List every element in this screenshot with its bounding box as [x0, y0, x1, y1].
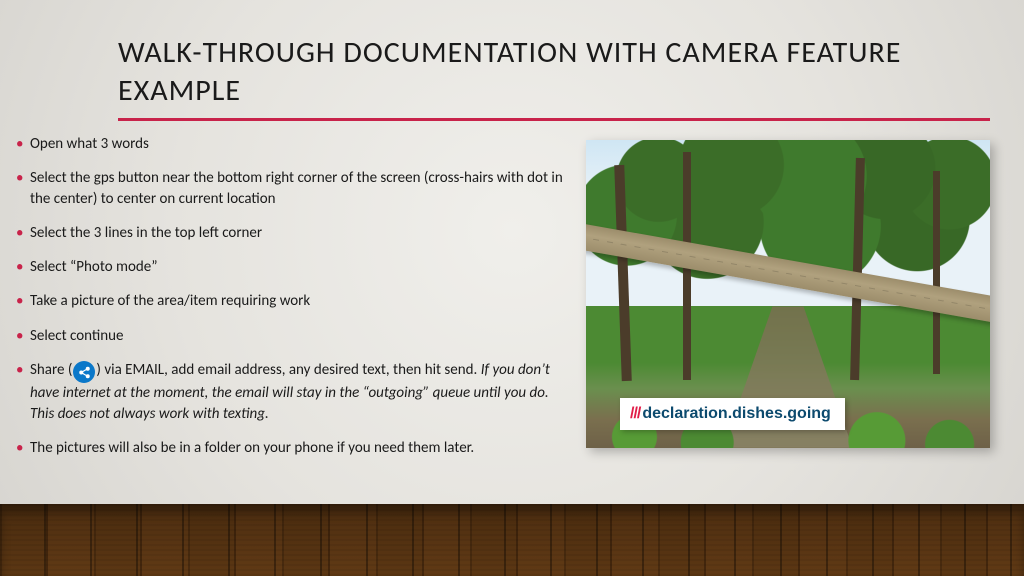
title-wrap: WALK-THROUGH DOCUMENTATION WITH CAMERA F…: [118, 34, 938, 109]
w3w-address: declaration.dishes.going: [642, 405, 830, 422]
share-text-post: ) via EMAIL, add email address, any desi…: [96, 361, 480, 379]
instruction-list: Open what 3 words Select the gps button …: [14, 134, 574, 458]
title-underline: [118, 118, 990, 121]
list-item: Select continue: [14, 326, 574, 346]
list-item: Open what 3 words: [14, 134, 574, 154]
slide-title: WALK-THROUGH DOCUMENTATION WITH CAMERA F…: [118, 34, 938, 109]
list-item: Share ( ) via EMAIL, add email address, …: [14, 360, 574, 424]
list-item: The pictures will also be in a folder on…: [14, 438, 574, 458]
content-area: Open what 3 words Select the gps button …: [14, 134, 574, 472]
w3w-slashes: ///: [630, 405, 640, 422]
share-text-pre: Share (: [30, 361, 72, 379]
forest-scene: ///declaration.dishes.going: [586, 140, 990, 448]
list-item: Select “Photo mode”: [14, 257, 574, 277]
example-photo: ///declaration.dishes.going: [586, 140, 990, 448]
list-item: Take a picture of the area/item requirin…: [14, 291, 574, 311]
share-icon: [73, 361, 95, 383]
list-item: Select the 3 lines in the top left corne…: [14, 223, 574, 243]
list-item: Select the gps button near the bottom ri…: [14, 168, 574, 209]
what3words-tag: ///declaration.dishes.going: [620, 398, 845, 430]
wood-floor: [0, 504, 1024, 576]
slide: WALK-THROUGH DOCUMENTATION WITH CAMERA F…: [0, 0, 1024, 576]
